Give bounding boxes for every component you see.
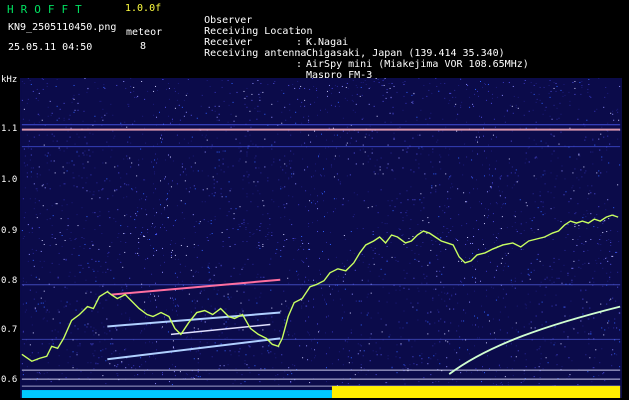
y-tick-0.7: 0.7: [1, 325, 18, 335]
app-logo: HROFFT: [7, 3, 89, 16]
file-name: KN9_2505110450.png: [8, 22, 117, 33]
version-label: 1.0.0f: [125, 3, 162, 14]
location-value: Chigasaki, Japan (139.414 35.340): [306, 48, 505, 59]
meteor-count: 8: [140, 41, 147, 52]
hrofft-window: HROFFT 1.0.0f KN9_2505110450.png meteor …: [0, 0, 629, 400]
spectrogram: [20, 78, 622, 398]
bottom-strip-left: [21, 390, 332, 398]
y-tick-0.9: 0.9: [1, 226, 18, 236]
receiver-value: AirSpy mini (Miakejima VOR 108.65MHz): [306, 59, 529, 70]
meteor-label: meteor: [126, 27, 163, 38]
antenna-key: Receiving antenna: [204, 48, 307, 59]
y-tick-0.8: 0.8: [1, 276, 18, 286]
y-tick-1.0: 1.0: [1, 175, 18, 185]
datetime-label: 25.05.11 04:50: [8, 42, 93, 53]
y-axis-unit: kHz: [1, 75, 18, 85]
y-tick-0.6: 0.6: [1, 375, 18, 385]
bottom-strip-right: [331, 386, 621, 398]
y-tick-1.1: 1.1: [1, 124, 18, 134]
